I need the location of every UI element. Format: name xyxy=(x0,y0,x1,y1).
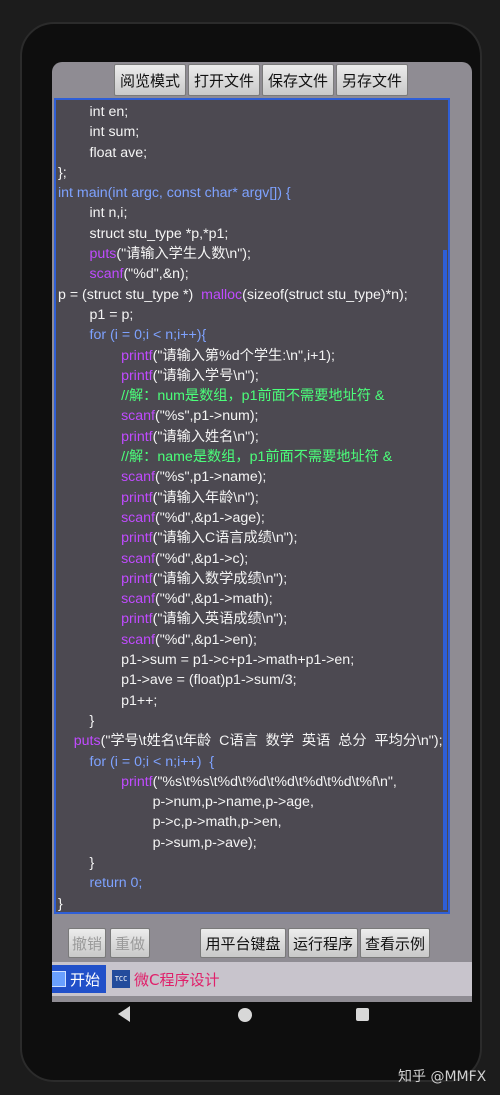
code-line: }; xyxy=(58,164,67,181)
code-line: float ave; xyxy=(58,144,148,161)
undo-button[interactable]: 撤销 xyxy=(68,928,106,958)
start-icon xyxy=(52,971,66,987)
code-line: (sizeof(struct stu_type)*n); xyxy=(242,286,408,303)
code-line: ("%s",p1->name); xyxy=(154,469,267,486)
code-line: } xyxy=(58,895,63,912)
recent-apps-icon[interactable] xyxy=(356,1008,369,1021)
code-line: ("请输入英语成绩\n"); xyxy=(152,611,288,628)
code-line: ("%s",p1->num); xyxy=(154,408,259,425)
code-line: ("%s\t%s\t%d\t%d\t%d\t%d\t%d\t%f\n", xyxy=(152,773,397,790)
android-nav-bar xyxy=(100,1002,400,1032)
redo-button[interactable]: 重做 xyxy=(110,928,150,958)
start-button[interactable]: 开始 xyxy=(52,965,107,993)
code-line: ("请输入学号\n"); xyxy=(152,367,259,384)
code-line: p->num,p->name,p->age, xyxy=(58,794,314,811)
code-line: int n,i; xyxy=(58,205,128,222)
code-line: ("%d",&n); xyxy=(123,266,189,283)
code-line: int main(int argc, const char* argv[]) { xyxy=(58,185,291,202)
run-program-button[interactable]: 运行程序 xyxy=(288,928,358,958)
code-line: ("%d",&p1->age); xyxy=(154,509,265,526)
code-line: p->sum,p->ave); xyxy=(58,834,257,851)
code-func: malloc xyxy=(201,286,243,303)
code-func: printf xyxy=(58,773,153,790)
code-func: printf xyxy=(58,347,153,364)
code-line: ("%d",&p1->en); xyxy=(154,631,257,648)
platform-keyboard-button[interactable]: 用平台键盘 xyxy=(200,928,286,958)
task-label: 微C程序设计 xyxy=(134,970,220,989)
code-line: struct stu_type *p,*p1; xyxy=(58,225,229,242)
code-line: p1++; xyxy=(58,692,158,709)
code-func: scanf xyxy=(58,408,155,425)
save-file-button[interactable]: 保存文件 xyxy=(262,64,334,96)
code-line: p->c,p->math,p->en, xyxy=(58,814,282,831)
task-item-tcc[interactable]: TCC 微C程序设计 xyxy=(112,969,220,990)
code-func: scanf xyxy=(58,509,155,526)
code-line: int sum; xyxy=(58,124,140,141)
code-line: for (i = 0;i < n;i++) { xyxy=(58,753,215,770)
code-func: scanf xyxy=(58,550,155,567)
view-examples-button[interactable]: 查看示例 xyxy=(360,928,430,958)
taskbar: 开始 TCC 微C程序设计 xyxy=(52,962,472,996)
start-label: 开始 xyxy=(70,970,101,989)
editor-scrollbar[interactable] xyxy=(443,250,447,910)
code-text: int en; int sum; float ave; }; int main(… xyxy=(56,100,448,912)
code-comment: //解：name是数组，p1前面不需要地址符 & xyxy=(58,449,393,466)
top-toolbar: 阅览模式 打开文件 保存文件 另存文件 xyxy=(114,64,408,96)
code-func: scanf xyxy=(58,469,155,486)
code-func: printf xyxy=(58,530,153,547)
back-icon[interactable] xyxy=(118,1006,130,1022)
code-line: ("%d",&p1->math); xyxy=(154,591,273,608)
code-func: scanf xyxy=(58,266,124,283)
bottom-toolbar: 撤销 重做 用平台键盘 运行程序 查看示例 xyxy=(52,928,472,960)
open-file-button[interactable]: 打开文件 xyxy=(188,64,260,96)
code-line: ("请输入C语言成绩\n"); xyxy=(152,530,298,547)
code-func: printf xyxy=(58,428,153,445)
home-icon[interactable] xyxy=(238,1008,252,1022)
code-line: ("请输入数学成绩\n"); xyxy=(152,570,288,587)
code-func: printf xyxy=(58,570,153,587)
code-line: ("学号\t姓名\t年龄 C语言 数学 英语 总分 平均分\n"); xyxy=(100,733,443,750)
code-func: printf xyxy=(58,611,153,628)
browse-mode-button[interactable]: 阅览模式 xyxy=(114,64,186,96)
code-line: ("%d",&p1->c); xyxy=(154,550,249,567)
code-func: puts xyxy=(58,733,101,750)
code-line: ("请输入第%d个学生:\n",i+1); xyxy=(152,347,335,364)
code-func: scanf xyxy=(58,631,155,648)
app-screen: 阅览模式 打开文件 保存文件 另存文件 int en; int sum; flo… xyxy=(52,62,472,1002)
code-line: return 0; xyxy=(58,875,143,892)
code-editor[interactable]: int en; int sum; float ave; }; int main(… xyxy=(54,98,450,914)
code-line: p1 = p; xyxy=(58,306,134,323)
code-line: p1->sum = p1->c+p1->math+p1->en; xyxy=(58,652,355,669)
code-line: ("请输入学生人数\n"); xyxy=(116,246,251,263)
code-line: p = (struct stu_type *) xyxy=(58,286,202,303)
code-func: printf xyxy=(58,489,153,506)
code-line: ("请输入年龄\n"); xyxy=(152,489,259,506)
save-as-button[interactable]: 另存文件 xyxy=(336,64,408,96)
code-func: scanf xyxy=(58,591,155,608)
code-line: for (i = 0;i < n;i++){ xyxy=(58,327,207,344)
code-comment: //解：num是数组，p1前面不需要地址符 & xyxy=(58,388,385,405)
code-line: ("请输入姓名\n"); xyxy=(152,428,259,445)
code-func: printf xyxy=(58,367,153,384)
code-func: puts xyxy=(58,246,117,263)
tcc-icon: TCC xyxy=(112,970,131,988)
code-line: p1->ave = (float)p1->sum/3; xyxy=(58,672,297,689)
watermark: 知乎 @MMFX xyxy=(398,1069,487,1085)
code-line: } xyxy=(58,854,95,871)
code-line: } xyxy=(58,712,95,729)
code-line: int en; xyxy=(58,104,129,120)
